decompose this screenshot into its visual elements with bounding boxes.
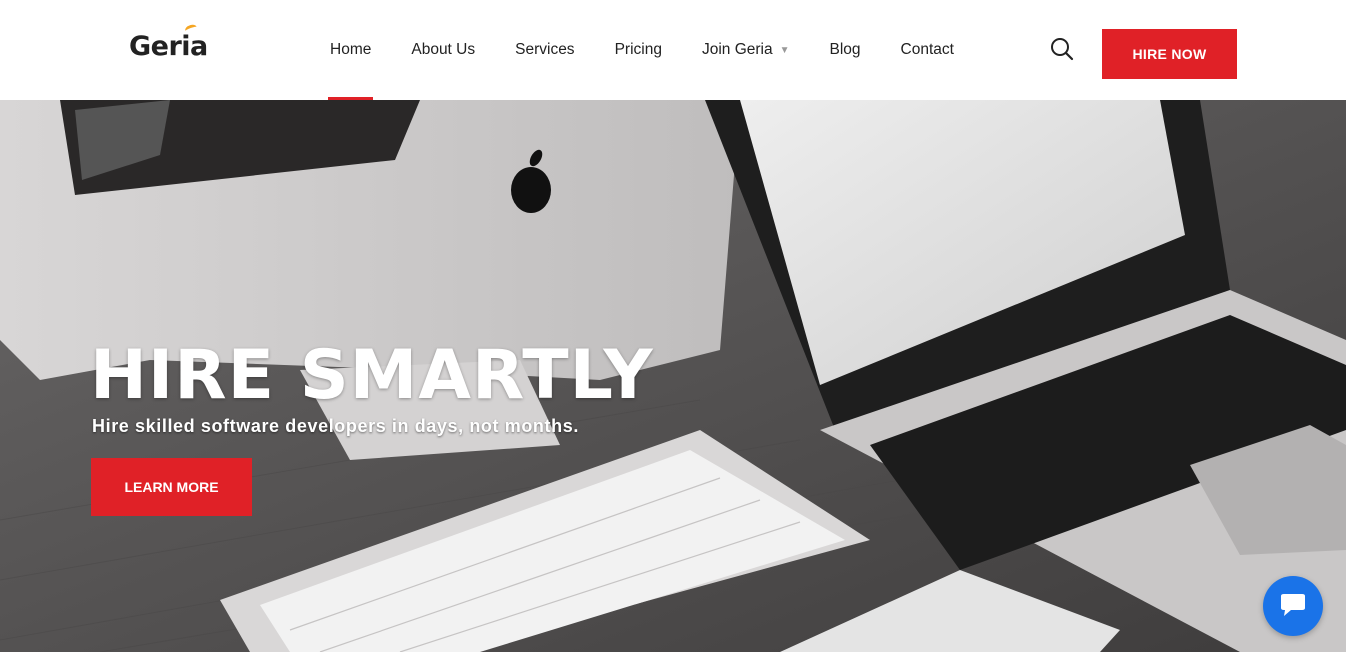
logo[interactable]: Geria — [129, 28, 208, 64]
nav-item-services[interactable]: Services — [495, 0, 594, 100]
hero-section: HIRE SMARTLY Hire skilled software devel… — [0, 100, 1346, 652]
hero-title: HIRE SMARTLY — [90, 336, 654, 415]
nav-item-label: Blog — [829, 41, 861, 58]
search-icon[interactable] — [1049, 36, 1075, 62]
nav-item-label: Services — [515, 41, 575, 58]
nav-item-label: Contact — [900, 41, 954, 58]
nav-item-contact[interactable]: Contact — [881, 0, 974, 100]
nav-item-home[interactable]: Home — [310, 0, 391, 100]
nav-item-about-us[interactable]: About Us — [391, 0, 495, 100]
learn-more-button[interactable]: LEARN MORE — [91, 458, 252, 516]
nav-item-label: Home — [330, 41, 372, 58]
nav-item-label: Pricing — [614, 41, 662, 58]
nav-item-label: Join Geria — [701, 41, 773, 58]
logo-text: Geria — [129, 30, 208, 62]
nav-item-label: About Us — [411, 41, 476, 58]
nav-item-pricing[interactable]: Pricing — [595, 0, 682, 100]
caret-down-icon: ▼ — [779, 44, 790, 56]
hero-subtitle: Hire skilled software developers in days… — [92, 416, 579, 436]
chat-bubble-icon — [1281, 594, 1305, 616]
hire-now-button[interactable]: HIRE NOW — [1102, 29, 1237, 79]
site-header: Geria Home About Us Services Pricing Joi… — [0, 0, 1346, 100]
main-nav: Home About Us Services Pricing Join Geri… — [310, 0, 974, 100]
nav-item-blog[interactable]: Blog — [810, 0, 881, 100]
chat-widget-button[interactable] — [1263, 576, 1323, 636]
nav-item-join-geria[interactable]: Join Geria ▼ — [682, 0, 810, 100]
